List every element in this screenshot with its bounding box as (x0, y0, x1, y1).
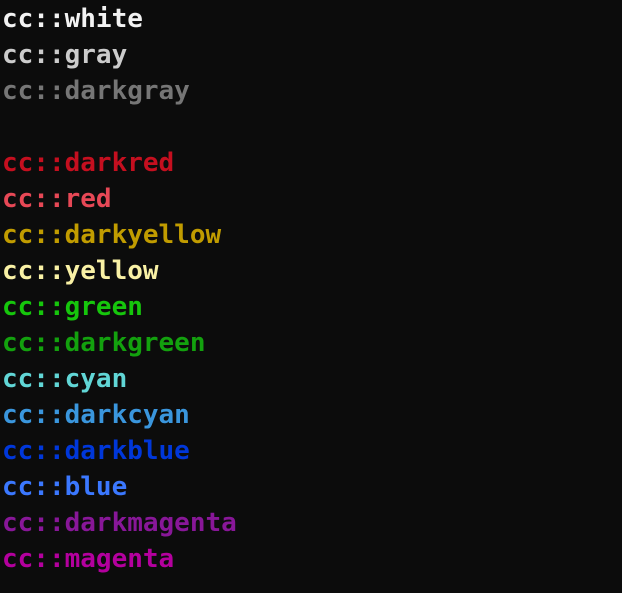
terminal-line-darkgreen: cc::darkgreen (2, 328, 206, 358)
terminal-line-darkgray: cc::darkgray (2, 76, 190, 106)
terminal-line-gray: cc::gray (2, 40, 128, 70)
terminal-line-darkyellow: cc::darkyellow (2, 220, 222, 250)
terminal-output[interactable]: cc::white cc::gray cc::darkgray cc::dark… (0, 0, 622, 593)
terminal-line-darkmagenta: cc::darkmagenta (2, 508, 237, 538)
terminal-line-red: cc::red (2, 184, 112, 214)
terminal-line-magenta: cc::magenta (2, 544, 175, 574)
terminal-line-cyan: cc::cyan (2, 364, 128, 394)
terminal-line-blue: cc::blue (2, 472, 128, 502)
terminal-line-darkred: cc::darkred (2, 148, 175, 178)
terminal-line-darkblue: cc::darkblue (2, 436, 190, 466)
terminal-line-yellow: cc::yellow (2, 256, 159, 286)
terminal-line-white: cc::white (2, 4, 143, 34)
terminal-line-darkcyan: cc::darkcyan (2, 400, 190, 430)
terminal-line-green: cc::green (2, 292, 143, 322)
